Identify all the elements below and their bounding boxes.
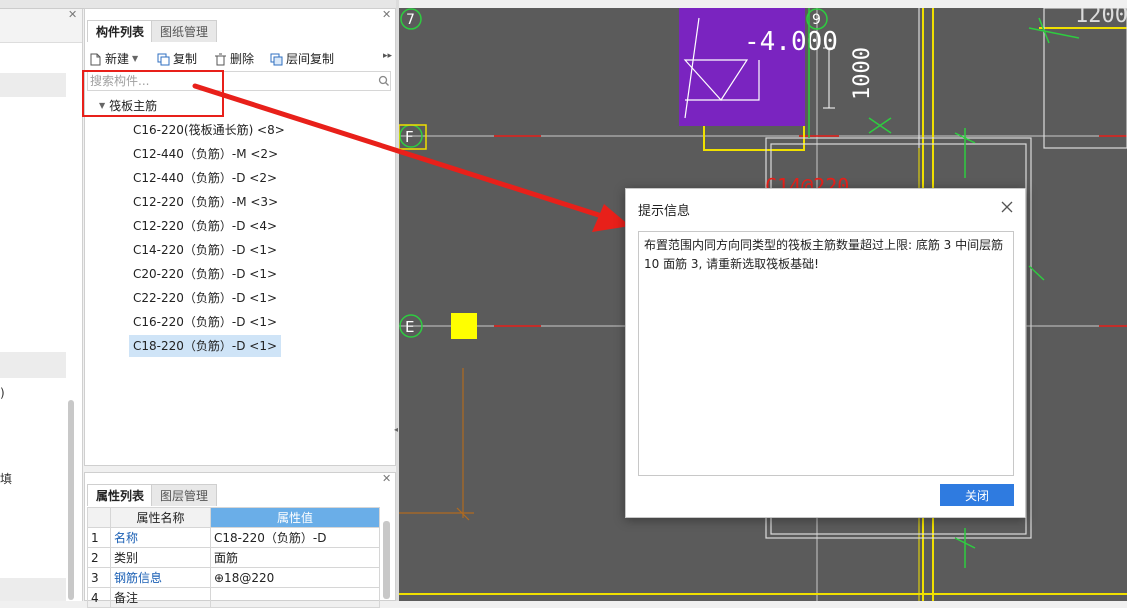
row-number: 4 — [87, 587, 111, 608]
copy-button[interactable]: 复制 — [157, 49, 197, 69]
tab-drawing-management[interactable]: 图纸管理 — [151, 20, 218, 42]
tree-item[interactable]: C14-220（负筋）-D <1> — [129, 239, 281, 261]
attribute-name: 备注 — [110, 587, 211, 608]
tree-item[interactable]: C16-220（负筋）-D <1> — [129, 311, 281, 333]
close-button[interactable]: 关闭 — [940, 484, 1014, 506]
attribute-value[interactable] — [210, 587, 380, 608]
delete-button[interactable]: 删除 — [214, 49, 254, 69]
table-row[interactable]: 3 钢筋信息 ⊕18@220 — [87, 567, 380, 588]
red-highlight-box — [82, 70, 224, 117]
left-panel-text-fragment: 填 — [0, 472, 13, 486]
axis-label-e: E — [405, 318, 414, 336]
table-row[interactable]: 1 名称 C18-220（负筋）-D — [87, 527, 380, 548]
close-icon[interactable]: ✕ — [68, 8, 77, 21]
attribute-name: 类别 — [110, 547, 211, 568]
left-panel-group[interactable] — [0, 73, 66, 97]
dialog-message: 布置范围内同方向同类型的筏板主筋数量超过上限: 底筋 3 中间层筋 10 面筋 … — [638, 231, 1014, 476]
close-icon[interactable]: ✕ — [382, 472, 391, 485]
tree-item[interactable]: C20-220（负筋）-D <1> — [129, 263, 281, 285]
tree-item[interactable]: C12-220（负筋）-D <4> — [129, 215, 281, 237]
selected-marker — [451, 313, 477, 339]
elevation-label: -4.000 — [744, 27, 838, 57]
axis-label-9: 9 — [812, 12, 821, 28]
attribute-name: 钢筋信息 — [110, 567, 211, 588]
copy-icon — [157, 53, 170, 65]
collapse-arrow-icon[interactable]: ◂ — [394, 425, 398, 434]
floor-copy-button[interactable]: 层间复制 — [270, 49, 334, 69]
floor-copy-button-label: 层间复制 — [286, 52, 335, 66]
row-number: 1 — [87, 527, 111, 548]
column-header-name: 属性名称 — [110, 507, 211, 528]
attribute-value[interactable]: C18-220（负筋）-D — [210, 527, 380, 548]
search-icon[interactable] — [378, 75, 390, 87]
table-row[interactable]: 2 类别 面筋 — [87, 547, 380, 568]
tab-component-list[interactable]: 构件列表 — [87, 20, 154, 42]
attribute-name: 名称 — [110, 527, 211, 548]
column-header-value: 属性值 — [210, 507, 380, 528]
new-button[interactable]: 新建 ▼ — [89, 49, 138, 69]
left-panel-text-fragment: ) — [0, 386, 5, 400]
close-icon[interactable]: ✕ — [382, 8, 391, 21]
tab-layer-management[interactable]: 图层管理 — [151, 484, 218, 506]
row-number: 3 — [87, 567, 111, 588]
new-file-icon — [90, 53, 101, 65]
close-icon[interactable] — [999, 199, 1015, 215]
attribute-list-panel: 属性列表 图层管理 ✕ 属性名称 属性值 1 名称 C18-220（负筋）-D … — [84, 472, 396, 608]
delete-button-label: 删除 — [230, 52, 255, 66]
axis-label-f: F — [405, 128, 414, 146]
dialog-title: 提示信息 — [638, 204, 691, 219]
tab-attribute-list[interactable]: 属性列表 — [87, 484, 154, 506]
axis-label-7: 7 — [406, 12, 415, 28]
tree-item[interactable]: C16-220(筏板通长筋) <8> — [129, 119, 289, 141]
table-header-row: 属性名称 属性值 — [87, 507, 380, 528]
info-dialog: 提示信息 布置范围内同方向同类型的筏板主筋数量超过上限: 底筋 3 中间层筋 1… — [625, 188, 1026, 518]
row-number: 2 — [87, 547, 111, 568]
tree-item-selected[interactable]: C18-220（负筋）-D <1> — [129, 335, 282, 357]
trash-icon — [215, 53, 226, 65]
tree-item[interactable]: C12-220（负筋）-M <3> — [129, 191, 282, 213]
copy-button-label: 复制 — [173, 52, 198, 66]
tree-item[interactable]: C12-440（负筋）-M <2> — [129, 143, 282, 165]
new-button-label: 新建 — [105, 52, 130, 66]
left-panel-group[interactable] — [0, 578, 66, 601]
dimension-label-top-right: 1200 — [1075, 8, 1127, 28]
chevron-down-icon: ▼ — [132, 54, 139, 63]
floor-copy-icon — [270, 53, 283, 65]
left-panel-scrollbar[interactable] — [68, 400, 74, 600]
left-panel-group[interactable] — [0, 352, 66, 378]
tree-item[interactable]: C12-440（负筋）-D <2> — [129, 167, 281, 189]
attribute-value[interactable]: ⊕18@220 — [210, 567, 380, 588]
attribute-table: 属性名称 属性值 1 名称 C18-220（负筋）-D 2 类别 面筋 3 钢筋… — [87, 507, 380, 608]
tree-item[interactable]: C22-220（负筋）-D <1> — [129, 287, 281, 309]
left-panel: ) 填 ✕ — [0, 0, 83, 601]
attribute-value[interactable]: 面筋 — [210, 547, 380, 568]
table-row[interactable]: 4 备注 — [87, 587, 380, 608]
dimension-label: 1000 — [850, 47, 875, 100]
row-number-header — [87, 507, 111, 528]
attribute-scrollbar[interactable] — [383, 521, 390, 599]
toolbar-overflow-icon[interactable]: ▸▸ — [383, 51, 392, 61]
